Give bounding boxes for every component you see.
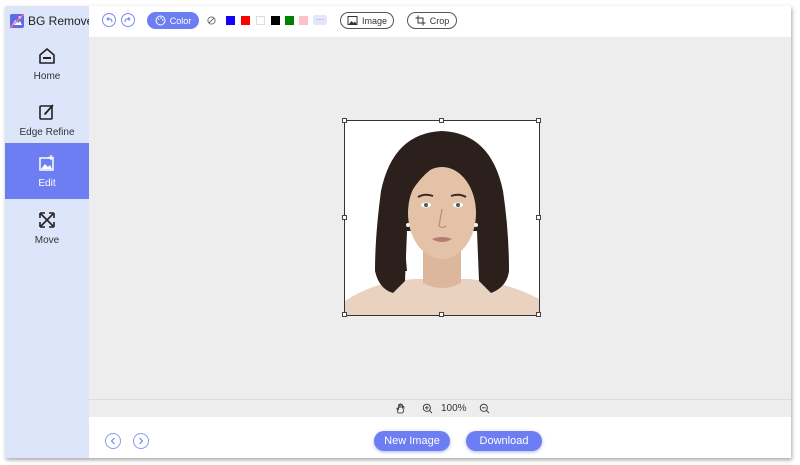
sidebar-item-edge-refine[interactable]: Edge Refine — [5, 92, 89, 148]
sidebar-item-label: Home — [33, 70, 61, 82]
swatch-white[interactable] — [256, 16, 265, 25]
zoom-in-icon[interactable] — [422, 403, 433, 414]
portrait-image[interactable] — [344, 120, 540, 316]
toolbar: Color ··· Image Crop — [89, 6, 791, 37]
crop-icon — [415, 15, 426, 26]
crop-button-label: Crop — [429, 15, 450, 26]
edge-refine-icon — [39, 103, 54, 120]
undo-button[interactable] — [102, 13, 116, 27]
swatch-black[interactable] — [271, 16, 280, 25]
swatch-red[interactable] — [241, 16, 250, 25]
sidebar-item-edit[interactable]: Edit — [5, 143, 89, 199]
new-image-button[interactable]: New Image — [374, 431, 450, 451]
editor-canvas[interactable] — [89, 37, 791, 399]
redo-icon — [124, 17, 131, 23]
sidebar-item-move[interactable]: Move — [5, 200, 89, 256]
previous-button[interactable] — [105, 433, 121, 449]
chevron-left-icon — [110, 437, 115, 445]
resize-handle-bottom-left[interactable] — [342, 312, 347, 317]
palette-icon — [155, 15, 166, 26]
zoom-out-icon[interactable] — [479, 403, 490, 414]
sidebar: BG Remover Home Edge Refine Edit Move — [5, 6, 97, 458]
swatch-green[interactable] — [285, 16, 294, 25]
zoom-bar: 100% — [89, 399, 791, 417]
image-button-label: Image — [361, 15, 387, 26]
color-button[interactable]: Color — [147, 12, 199, 29]
download-button[interactable]: Download — [466, 431, 542, 451]
redo-button[interactable] — [121, 13, 135, 27]
resize-handle-top-left[interactable] — [342, 118, 347, 123]
edit-image-icon — [39, 154, 54, 171]
app-logo-icon — [9, 13, 25, 29]
crop-button[interactable]: Crop — [407, 12, 457, 29]
home-icon — [39, 47, 55, 64]
swatch-pink[interactable] — [299, 16, 308, 25]
resize-handle-right[interactable] — [536, 215, 541, 220]
move-icon — [39, 211, 55, 228]
no-color-icon[interactable] — [207, 16, 216, 25]
resize-handle-top-right[interactable] — [536, 118, 541, 123]
sidebar-item-label: Edit — [38, 177, 56, 189]
brand: BG Remover — [9, 12, 97, 30]
more-colors-button[interactable]: ··· — [313, 15, 327, 25]
resize-handle-bottom-right[interactable] — [536, 312, 541, 317]
resize-handle-left[interactable] — [342, 215, 347, 220]
sidebar-item-label: Edge Refine — [19, 126, 75, 138]
next-button[interactable] — [133, 433, 149, 449]
swatch-blue[interactable] — [226, 16, 235, 25]
bottom-bar: New Image Download — [89, 417, 791, 458]
image-icon — [347, 16, 358, 25]
chevron-right-icon — [139, 437, 144, 445]
sidebar-item-label: Move — [34, 234, 60, 246]
zoom-level: 100% — [441, 403, 467, 414]
resize-handle-top[interactable] — [439, 118, 444, 123]
app-title: BG Remover — [28, 14, 98, 28]
app-window: BG Remover Home Edge Refine Edit Move Co… — [5, 6, 791, 458]
undo-icon — [106, 17, 113, 23]
image-background-button[interactable]: Image — [340, 12, 394, 29]
portrait-illustration — [345, 131, 539, 315]
hand-icon[interactable] — [395, 403, 406, 414]
color-button-label: Color — [169, 15, 192, 26]
sidebar-item-home[interactable]: Home — [5, 36, 89, 92]
resize-handle-bottom[interactable] — [439, 312, 444, 317]
